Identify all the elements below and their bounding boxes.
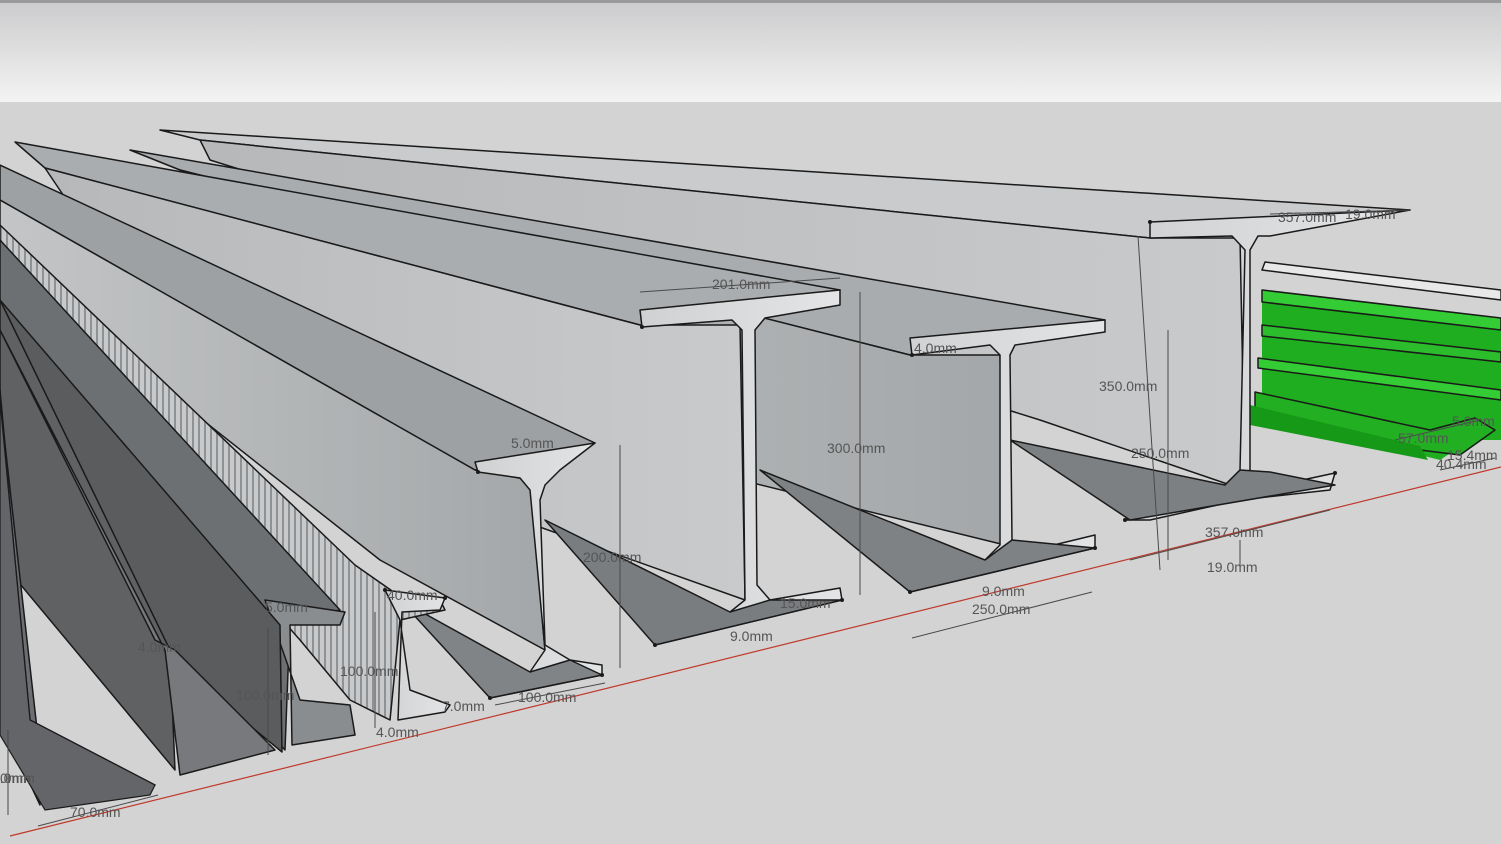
dim-357-0-bottom: 357.0mm xyxy=(1205,524,1263,540)
dim-4-0-channel: 4.0mm xyxy=(138,639,181,655)
dim-5-0-tee: 5.0mm xyxy=(265,599,308,615)
dim-350-0: 350.0mm xyxy=(1099,378,1157,394)
dim-5-0-ibeam: 5.0mm xyxy=(511,435,554,451)
dim-100-0-tee: 100.0mm xyxy=(340,663,398,679)
dim-0mm-cut: 0mm xyxy=(0,770,31,786)
dim-200-0: 200.0mm xyxy=(583,549,641,565)
dim-15-0: 15.0mm xyxy=(780,595,831,611)
dim-5-0-green: 5.0mm xyxy=(1452,413,1495,429)
dim-250-0-height: 250.0mm xyxy=(1131,445,1189,461)
3d-scene[interactable]: 70.0mm 4.0mm 0mm 4.0mm 100.0mm 5.0mm 40.… xyxy=(0,0,1501,844)
dim-9-0-a: 9.0mm xyxy=(730,628,773,644)
dim-100-0-channel: 100.0mm xyxy=(236,687,294,703)
sky-background xyxy=(0,0,1501,102)
modeling-viewport[interactable]: 70.0mm 4.0mm 0mm 4.0mm 100.0mm 5.0mm 40.… xyxy=(0,0,1501,844)
dim-300-0: 300.0mm xyxy=(827,440,885,456)
dim-201-0: 201.0mm xyxy=(712,276,770,292)
dim-19-0-bottom: 19.0mm xyxy=(1207,559,1258,575)
dim-100-0-flange: 100.0mm xyxy=(518,689,576,705)
title-bar-edge xyxy=(0,0,1501,3)
dim-250-0-flange: 250.0mm xyxy=(972,601,1030,617)
dim-357-0-top: 357.0mm xyxy=(1278,209,1336,225)
dim-57-0: 57.0mm xyxy=(1398,430,1449,446)
dim-9-0-b: 9.0mm xyxy=(982,583,1025,599)
dim-40-0: 40.0mm xyxy=(387,587,438,603)
dim-40-4: 40.4mm xyxy=(1436,456,1487,472)
dim-19-0-top: 19.0mm xyxy=(1345,206,1396,222)
dim-70-0: 70.0mm xyxy=(70,804,121,820)
dim-4-0-top: 4.0mm xyxy=(914,340,957,356)
dim-4-0-tee: 4.0mm xyxy=(376,724,419,740)
dim-7-0: 7.0mm xyxy=(442,698,485,714)
